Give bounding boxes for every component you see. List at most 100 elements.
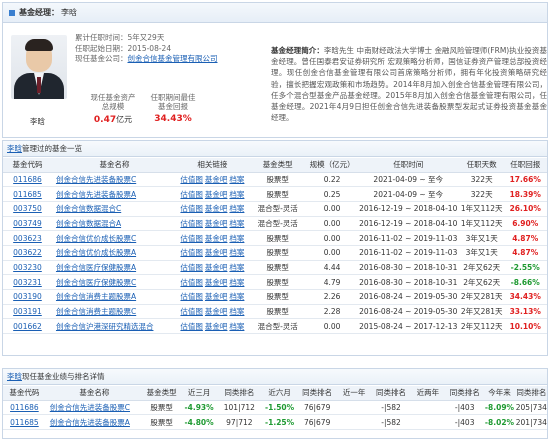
tenure-days-cell: 2年又281天 xyxy=(459,304,504,320)
tenure-days-cell: 2年又62天 xyxy=(459,274,504,290)
related-link[interactable]: 基金吧 xyxy=(205,322,228,331)
fund-code-link[interactable]: 011685 xyxy=(10,418,39,427)
related-links-cell: 估值图 基金吧 档案 xyxy=(177,260,248,276)
related-link[interactable]: 档案 xyxy=(229,263,244,272)
managed-table-row: 003230 创金合信医疗保健股票A 估值图 基金吧 档案 股票型 4.44 2016-08-… xyxy=(3,260,547,276)
fund-type-cell: 混合型-灵活 xyxy=(247,216,308,232)
related-link[interactable]: 档案 xyxy=(229,175,244,184)
fund-code-link[interactable]: 001662 xyxy=(13,322,42,331)
rank-ytd-cell: 205|734 xyxy=(515,400,547,416)
related-link[interactable]: 档案 xyxy=(229,204,244,213)
fund-name-link[interactable]: 创金合信数据混合A xyxy=(56,219,121,228)
fund-name-link[interactable]: 创金合信先进装备股票C xyxy=(50,403,130,412)
related-link[interactable]: 基金吧 xyxy=(205,175,228,184)
fund-name-link[interactable]: 创金合信优价成长股票C xyxy=(56,234,136,243)
related-link[interactable]: 估值图 xyxy=(180,190,203,199)
managed-table-row: 001662 创金合信沪港深研究精选混合 估值图 基金吧 档案 混合型-灵活 0.00 201… xyxy=(3,318,547,335)
fund-name-link[interactable]: 创金合信消费主题股票A xyxy=(56,292,136,301)
related-link[interactable]: 估值图 xyxy=(180,322,203,331)
fund-code-link[interactable]: 011686 xyxy=(13,175,42,184)
related-link[interactable]: 估值图 xyxy=(180,219,203,228)
fund-code-link[interactable]: 003190 xyxy=(13,292,42,301)
managed-table-row: 003191 创金合信消费主题股票C 估值图 基金吧 档案 股票型 2.28 2016-08-… xyxy=(3,304,547,320)
related-link[interactable]: 档案 xyxy=(229,322,244,331)
fund-size-cell: 0.22 xyxy=(307,172,357,188)
tenure-period-cell: 2016-12-19 ~ 2018-04-10 xyxy=(356,216,460,232)
current-col-header: 近两年 xyxy=(409,386,447,401)
fund-code-link[interactable]: 011686 xyxy=(10,403,39,412)
managed-table-row: 003622 创金合信优价成长股票A 估值图 基金吧 档案 股票型 0.00 2016-11-… xyxy=(3,245,547,261)
fund-code-link[interactable]: 003230 xyxy=(13,263,42,272)
related-link[interactable]: 档案 xyxy=(229,190,244,199)
fund-code-link[interactable]: 003623 xyxy=(13,234,42,243)
company-link[interactable]: 创金合信基金管理有限公司 xyxy=(128,54,218,63)
return-1y-cell xyxy=(335,400,373,416)
fund-code-link[interactable]: 011685 xyxy=(13,190,42,199)
related-link[interactable]: 基金吧 xyxy=(205,234,228,243)
related-link[interactable]: 档案 xyxy=(229,234,244,243)
related-link[interactable]: 档案 xyxy=(229,307,244,316)
tenure-days-cell: 322天 xyxy=(459,172,504,188)
tenure-days-cell: 3年又1天 xyxy=(459,245,504,261)
fund-code-link[interactable]: 003750 xyxy=(13,204,42,213)
related-link[interactable]: 基金吧 xyxy=(205,278,228,287)
manager-profile-panel: 基金经理： 李晗 李晗 累计任职时间：5年又29天 任职起始日期：2015-08… xyxy=(2,2,548,138)
fund-name-link[interactable]: 创金合信先进装备股票A xyxy=(56,190,136,199)
current-manager-link[interactable]: 李晗 xyxy=(7,371,22,382)
related-link[interactable]: 档案 xyxy=(229,278,244,287)
related-link[interactable]: 基金吧 xyxy=(205,263,228,272)
related-link[interactable]: 估值图 xyxy=(180,307,203,316)
total-assets-value: 0.47 xyxy=(93,115,117,125)
fund-name-link[interactable]: 创金合信数据混合C xyxy=(56,204,121,213)
current-table-row: 011685 创金合信先进装备股票A 股票型 -4.80% 97|712 -1.25% 76… xyxy=(3,414,547,430)
profile-title-label: 基金经理： xyxy=(19,8,59,17)
tenure-days-cell: 322天 xyxy=(459,186,504,202)
fund-code-link[interactable]: 003749 xyxy=(13,219,42,228)
related-link[interactable]: 基金吧 xyxy=(205,292,228,301)
fund-name-link[interactable]: 创金合信医疗保健股票C xyxy=(56,278,136,287)
current-col-header: 同类排名 xyxy=(372,386,410,401)
related-link[interactable]: 基金吧 xyxy=(205,190,228,199)
related-link[interactable]: 估值图 xyxy=(180,248,203,257)
related-link[interactable]: 估值图 xyxy=(180,278,203,287)
managed-manager-link[interactable]: 李晗 xyxy=(7,143,22,154)
fund-code-link[interactable]: 003231 xyxy=(13,278,42,287)
related-link[interactable]: 档案 xyxy=(229,292,244,301)
best-return-label-1: 任职期间最佳 xyxy=(150,93,196,102)
related-link[interactable]: 估值图 xyxy=(180,234,203,243)
fund-name-link[interactable]: 创金合信医疗保健股票A xyxy=(56,263,136,272)
related-link[interactable]: 估值图 xyxy=(180,204,203,213)
related-link[interactable]: 估值图 xyxy=(180,292,203,301)
related-links-cell: 估值图 基金吧 档案 xyxy=(177,186,248,202)
fund-name-cell: 创金合信医疗保健股票C xyxy=(51,274,178,290)
related-link[interactable]: 档案 xyxy=(229,219,244,228)
related-link[interactable]: 估值图 xyxy=(180,263,203,272)
tenure-period-cell: 2016-08-24 ~ 2019-05-30 xyxy=(356,304,460,320)
fund-name-cell: 创金合信数据混合C xyxy=(51,201,178,217)
fund-name-link[interactable]: 创金合信消费主题股票C xyxy=(56,307,136,316)
fund-name-link[interactable]: 创金合信先进装备股票A xyxy=(50,418,130,427)
fund-name-link[interactable]: 创金合信先进装备股票C xyxy=(56,175,136,184)
fund-name-link[interactable]: 创金合信沪港深研究精选混合 xyxy=(56,322,154,331)
related-link[interactable]: 基金吧 xyxy=(205,204,228,213)
fund-type-cell: 股票型 xyxy=(247,289,308,305)
related-link[interactable]: 档案 xyxy=(229,248,244,257)
fund-code-link[interactable]: 003622 xyxy=(13,248,42,257)
managed-table-row: 003231 创金合信医疗保健股票C 估值图 基金吧 档案 股票型 4.79 2016-08-… xyxy=(3,274,547,290)
tenure-return-cell: 6.90% xyxy=(503,216,547,232)
fund-code-link[interactable]: 003191 xyxy=(13,307,42,316)
related-link[interactable]: 基金吧 xyxy=(205,307,228,316)
fund-type-cell: 股票型 xyxy=(247,260,308,276)
related-link[interactable]: 估值图 xyxy=(180,175,203,184)
related-links-cell: 估值图 基金吧 档案 xyxy=(177,318,248,335)
related-links-cell: 估值图 基金吧 档案 xyxy=(177,304,248,320)
fund-type-cell: 股票型 xyxy=(247,172,308,188)
fund-name-link[interactable]: 创金合信优价成长股票A xyxy=(56,248,136,257)
fund-size-cell: 0.00 xyxy=(307,216,357,232)
related-link[interactable]: 基金吧 xyxy=(205,219,228,228)
current-funds-header: 李晗 现任基金业绩与排名详情 xyxy=(3,369,547,385)
related-link[interactable]: 基金吧 xyxy=(205,248,228,257)
fund-name-cell: 创金合信消费主题股票A xyxy=(51,289,178,305)
fund-code-cell: 003231 xyxy=(3,274,52,290)
managed-col-header: 相关链接 xyxy=(177,158,248,173)
